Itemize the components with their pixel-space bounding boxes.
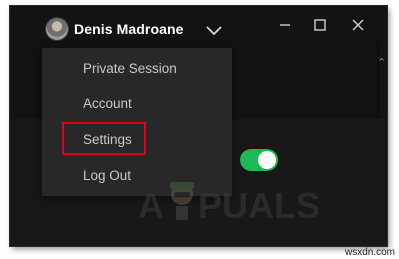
maximize-icon[interactable]: [307, 14, 333, 36]
appuals-watermark: A PUALS: [138, 182, 320, 226]
watermark-text-left: A: [138, 185, 164, 226]
menu-item-log-out[interactable]: Log Out: [83, 168, 131, 183]
mascot-icon: [170, 182, 194, 220]
vertical-divider: [377, 42, 379, 119]
chevron-down-icon[interactable]: [206, 26, 222, 36]
menu-item-account[interactable]: Account: [83, 96, 132, 111]
app-window: ⌃ Denis Madroane Private Session Account…: [10, 6, 387, 246]
scroll-up-icon[interactable]: ⌃: [377, 58, 386, 69]
minimize-icon[interactable]: [272, 14, 298, 36]
username-label[interactable]: Denis Madroane: [74, 21, 184, 37]
avatar[interactable]: [46, 18, 68, 40]
menu-item-private-session[interactable]: Private Session: [83, 61, 177, 76]
settings-highlight-box: [62, 122, 146, 155]
watermark-text-right: PUALS: [198, 185, 320, 226]
toggle-knob: [258, 151, 276, 169]
credit-text: wsxdn.com: [344, 247, 395, 258]
close-icon[interactable]: [345, 14, 371, 36]
